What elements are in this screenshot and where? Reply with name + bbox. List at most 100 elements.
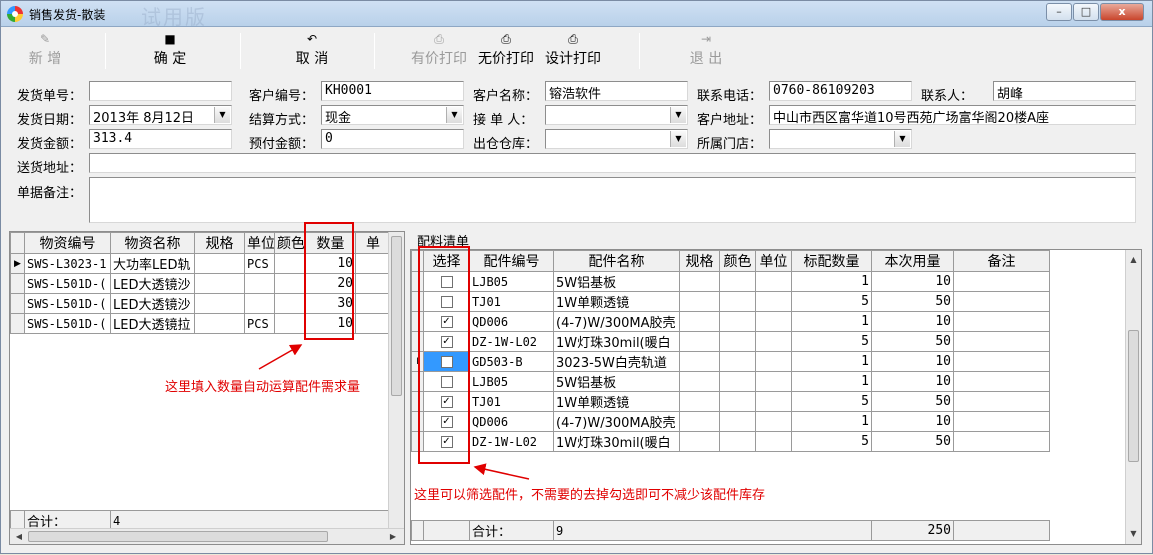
part-name-cell[interactable]: (4-7)W/300MA胶壳 — [553, 311, 680, 332]
part-spec-cell[interactable] — [679, 371, 720, 392]
part-std-qty-cell[interactable]: 5 — [791, 331, 872, 352]
material-price-cell[interactable] — [355, 293, 391, 314]
scroll-right-icon[interactable]: ▶ — [386, 529, 400, 544]
part-std-qty-cell[interactable]: 1 — [791, 411, 872, 432]
part-unit-cell[interactable] — [755, 431, 792, 452]
part-unit-cell[interactable] — [755, 271, 792, 292]
part-remark-cell[interactable] — [953, 311, 1050, 332]
material-spec-cell[interactable] — [194, 253, 245, 274]
part-remark-cell[interactable] — [953, 351, 1050, 372]
part-use-qty-cell[interactable]: 10 — [871, 311, 954, 332]
part-code-cell[interactable]: QD006 — [469, 411, 554, 432]
part-color-cell[interactable] — [719, 291, 756, 312]
amount-field[interactable]: 313.4 — [89, 129, 232, 149]
part-unit-cell[interactable] — [755, 311, 792, 332]
part-unit-cell[interactable] — [755, 411, 792, 432]
part-std-qty-cell[interactable]: 5 — [791, 291, 872, 312]
material-color-cell[interactable] — [274, 273, 306, 294]
part-name-cell[interactable]: 5W铝基板 — [553, 271, 680, 292]
part-remark-cell[interactable] — [953, 391, 1050, 412]
design-print-button[interactable]: ⎙ 设计打印 — [540, 32, 606, 72]
col-header-color[interactable]: 颜色 — [274, 232, 306, 254]
material-code-cell[interactable]: SWS-L501D-( — [24, 293, 111, 314]
material-color-cell[interactable] — [274, 253, 306, 274]
handler-select[interactable]: ▼ — [545, 105, 688, 125]
part-color-cell[interactable] — [719, 431, 756, 452]
part-name-cell[interactable]: 1W灯珠30mil(暖白 — [553, 431, 680, 452]
part-spec-cell[interactable] — [679, 431, 720, 452]
part-unit-cell[interactable] — [755, 331, 792, 352]
prepay-field[interactable]: 0 — [321, 129, 464, 149]
part-name-cell[interactable]: 1W灯珠30mil(暖白 — [553, 331, 680, 352]
part-spec-cell[interactable] — [679, 391, 720, 412]
chevron-down-icon[interactable]: ▼ — [670, 131, 686, 147]
part-color-cell[interactable] — [719, 331, 756, 352]
part-use-qty-cell[interactable]: 10 — [871, 371, 954, 392]
part-name-cell[interactable]: 1W单颗透镜 — [553, 291, 680, 312]
material-name-cell[interactable]: LED大透镜拉 — [110, 313, 195, 334]
part-remark-cell[interactable] — [953, 371, 1050, 392]
part-spec-cell[interactable] — [679, 311, 720, 332]
chevron-down-icon[interactable]: ▼ — [894, 131, 910, 147]
material-name-cell[interactable]: 大功率LED轨 — [110, 253, 195, 274]
part-code-cell[interactable]: GD503-B — [469, 351, 554, 372]
contact-field[interactable]: 胡峰 — [993, 81, 1136, 101]
part-color-cell[interactable] — [719, 371, 756, 392]
part-remark-cell[interactable] — [953, 431, 1050, 452]
col-header-use-qty[interactable]: 本次用量 — [871, 250, 954, 272]
part-use-qty-cell[interactable]: 50 — [871, 391, 954, 412]
part-unit-cell[interactable] — [755, 371, 792, 392]
part-color-cell[interactable] — [719, 391, 756, 412]
material-horizontal-scrollbar[interactable]: ◀ ▶ — [10, 528, 404, 544]
ship-date-picker[interactable]: 2013年 8月12日 ▼ — [89, 105, 232, 125]
material-spec-cell[interactable] — [194, 273, 245, 294]
part-name-cell[interactable]: (4-7)W/300MA胶壳 — [553, 411, 680, 432]
table-row[interactable]: ✓ QD006 (4-7)W/300MA胶壳 1 10 — [411, 411, 1050, 432]
part-unit-cell[interactable] — [755, 291, 792, 312]
store-select[interactable]: ▼ — [769, 129, 912, 149]
part-code-cell[interactable]: TJ01 — [469, 391, 554, 412]
part-remark-cell[interactable] — [953, 331, 1050, 352]
part-color-cell[interactable] — [719, 351, 756, 372]
col-header-color[interactable]: 颜色 — [719, 250, 756, 272]
part-code-cell[interactable]: TJ01 — [469, 291, 554, 312]
col-header-std-qty[interactable]: 标配数量 — [791, 250, 872, 272]
delivery-address-field[interactable] — [89, 153, 1136, 173]
part-std-qty-cell[interactable]: 5 — [791, 431, 872, 452]
exit-button[interactable]: ⇥ 退 出 — [681, 32, 731, 72]
material-vertical-scrollbar[interactable] — [388, 232, 404, 528]
scroll-down-icon[interactable]: ▼ — [1126, 526, 1141, 542]
material-code-cell[interactable]: SWS-L501D-( — [24, 273, 111, 294]
table-row[interactable]: ✓ DZ-1W-L02 1W灯珠30mil(暖白 5 50 — [411, 431, 1050, 452]
address-field[interactable]: 中山市西区富华道10号西苑广场富华阁20楼A座 — [769, 105, 1136, 125]
customer-name-field[interactable]: 镕浩软件 — [545, 81, 688, 101]
col-header-remark[interactable]: 备注 — [953, 250, 1050, 272]
part-spec-cell[interactable] — [679, 271, 720, 292]
print-with-price-button[interactable]: ⎙ 有价打印 — [406, 32, 472, 72]
part-std-qty-cell[interactable]: 1 — [791, 351, 872, 372]
part-name-cell[interactable]: 5W铝基板 — [553, 371, 680, 392]
part-unit-cell[interactable] — [755, 351, 792, 372]
material-price-cell[interactable] — [355, 273, 391, 294]
material-price-cell[interactable] — [355, 313, 391, 334]
table-row[interactable]: LJB05 5W铝基板 1 10 — [411, 371, 1050, 392]
scroll-left-icon[interactable]: ◀ — [12, 529, 26, 544]
close-button[interactable]: x — [1100, 3, 1144, 21]
material-color-cell[interactable] — [274, 313, 306, 334]
part-use-qty-cell[interactable]: 10 — [871, 351, 954, 372]
material-name-cell[interactable]: LED大透镜沙 — [110, 273, 195, 294]
material-code-cell[interactable]: SWS-L3023-1 — [24, 253, 111, 274]
part-code-cell[interactable]: DZ-1W-L02 — [469, 431, 554, 452]
warehouse-select[interactable]: ▼ — [545, 129, 688, 149]
col-header-price[interactable]: 单 — [355, 232, 391, 254]
col-header-unit[interactable]: 单位 — [755, 250, 792, 272]
part-spec-cell[interactable] — [679, 411, 720, 432]
scroll-thumb[interactable] — [391, 236, 402, 396]
part-std-qty-cell[interactable]: 1 — [791, 311, 872, 332]
table-row[interactable]: I GD503-B 3023-5W白壳轨道 1 10 — [411, 351, 1050, 372]
part-code-cell[interactable]: DZ-1W-L02 — [469, 331, 554, 352]
part-color-cell[interactable] — [719, 271, 756, 292]
confirm-button[interactable]: ■ 确 定 — [139, 32, 201, 72]
chevron-down-icon[interactable]: ▼ — [670, 107, 686, 123]
part-std-qty-cell[interactable]: 5 — [791, 391, 872, 412]
